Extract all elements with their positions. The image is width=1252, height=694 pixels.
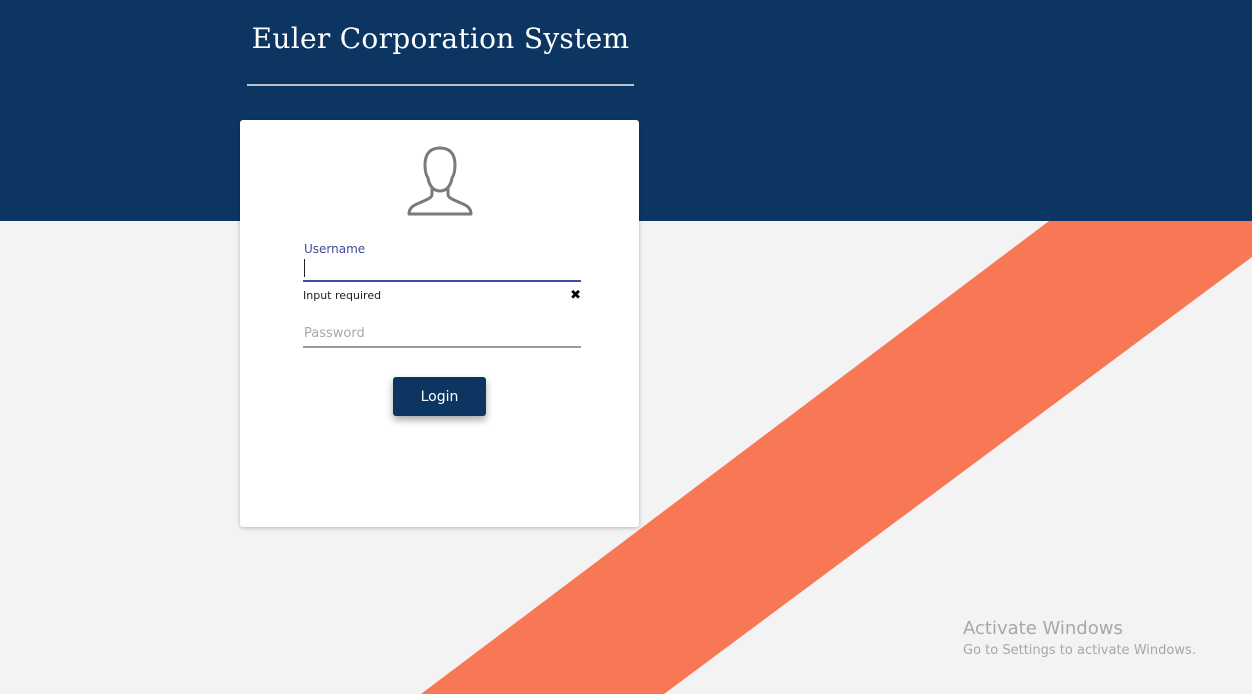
username-error-text: Input required <box>303 289 382 302</box>
login-card: Username Input required ✖ Login <box>240 120 639 527</box>
close-icon[interactable]: ✖ <box>570 289 581 303</box>
title-divider <box>247 84 634 86</box>
watermark-title: Activate Windows <box>963 618 1123 639</box>
login-button[interactable]: Login <box>393 377 486 416</box>
watermark-subtitle: Go to Settings to activate Windows. <box>963 643 1196 658</box>
app-title: Euler Corporation System <box>251 22 630 55</box>
login-page: Euler Corporation System Username Input … <box>0 0 1252 694</box>
user-avatar-icon <box>407 146 473 216</box>
text-caret <box>304 259 305 277</box>
username-error-row: Input required ✖ <box>303 289 581 305</box>
username-label: Username <box>304 242 366 256</box>
username-input[interactable] <box>303 258 581 282</box>
password-input[interactable] <box>303 320 581 348</box>
activate-windows-watermark: Activate Windows Go to Settings to activ… <box>963 618 1196 661</box>
